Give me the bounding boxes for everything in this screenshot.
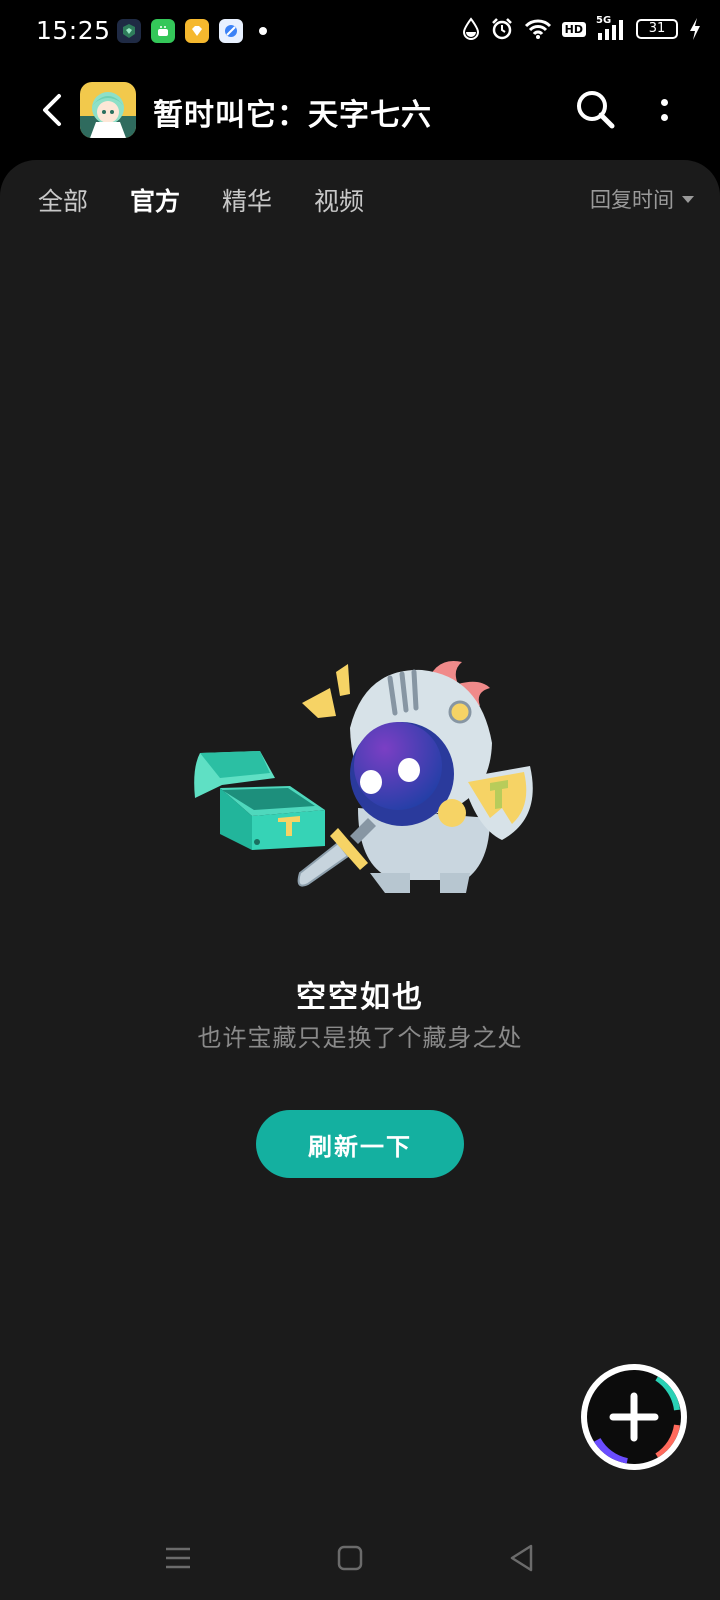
game-avatar-icon[interactable]: [80, 82, 136, 138]
tab-label: 精华: [222, 187, 273, 216]
more-dot-icon: [660, 114, 668, 121]
chevron-left-icon: [43, 94, 61, 126]
more-dot-icon: [660, 99, 668, 106]
tab-label: 全部: [38, 187, 89, 216]
tab-featured[interactable]: 精华: [222, 182, 272, 228]
empty-state-title: 空空如也: [296, 980, 424, 1015]
android-store-icon: [151, 19, 175, 43]
more-options-button[interactable]: [644, 86, 684, 134]
create-post-button[interactable]: [581, 1364, 687, 1470]
tab-label: 官方: [130, 187, 181, 216]
battery-icon: 31: [636, 19, 678, 39]
charging-icon: [690, 18, 700, 40]
battery-level: 31: [648, 21, 666, 36]
wifi-icon: [524, 19, 551, 39]
search-button[interactable]: [572, 86, 620, 134]
vpn-app-icon: [117, 19, 141, 43]
back-button[interactable]: [32, 86, 72, 134]
tab-all[interactable]: 全部: [38, 182, 88, 228]
top-header: 暂时叫它：天字七六: [0, 64, 720, 156]
hd-icon: HD: [561, 21, 586, 37]
treasure-chest-icon: [194, 751, 325, 850]
menu-icon: [166, 1547, 190, 1569]
sort-label: 回复时间: [590, 188, 674, 212]
page-title: 暂时叫它：天字七六: [153, 98, 432, 133]
alarm-icon: [491, 18, 512, 40]
content-panel: 全部 官方 精华 视频 回复时间 空空如也 也许宝藏只是换了个藏身之处 刷新一下: [0, 160, 720, 1600]
browser-app-icon: [219, 19, 243, 43]
water-drop-icon: [462, 17, 479, 40]
system-icons: HD 5G 31: [462, 15, 702, 41]
app-screen: 15:25 HD 5G 31 暂时叫它：天字七六 全部 官方 精华 视频 回复时…: [0, 0, 720, 1600]
recent-apps-button[interactable]: [158, 1540, 198, 1576]
system-nav-bar: [0, 1510, 720, 1600]
notification-icons: [117, 19, 267, 43]
status-bar: 15:25 HD 5G 31: [0, 0, 720, 64]
empty-state-subtitle: 也许宝藏只是换了个藏身之处: [197, 1024, 523, 1052]
tab-label: 视频: [314, 187, 365, 216]
tab-video[interactable]: 视频: [314, 182, 364, 228]
empty-state-illustration: [194, 661, 533, 893]
square-icon: [337, 1545, 363, 1571]
tab-official[interactable]: 官方: [130, 182, 180, 228]
status-time: 15:25: [36, 16, 111, 45]
more-notifications-dot: [259, 27, 267, 35]
signal-5g-icon: 5G: [596, 15, 626, 41]
plus-icon: [593, 1375, 680, 1464]
sort-dropdown[interactable]: 回复时间: [590, 184, 694, 214]
caret-down-icon: [682, 195, 694, 203]
search-icon: [577, 91, 615, 129]
refresh-button[interactable]: 刷新一下: [256, 1110, 464, 1178]
triangle-back-icon: [510, 1544, 533, 1572]
home-button[interactable]: [330, 1540, 370, 1576]
filter-tabs: 全部 官方 精华 视频: [38, 182, 364, 228]
system-back-button[interactable]: [502, 1540, 542, 1576]
diamond-app-icon: [185, 19, 209, 43]
fab-inner: [587, 1370, 681, 1464]
